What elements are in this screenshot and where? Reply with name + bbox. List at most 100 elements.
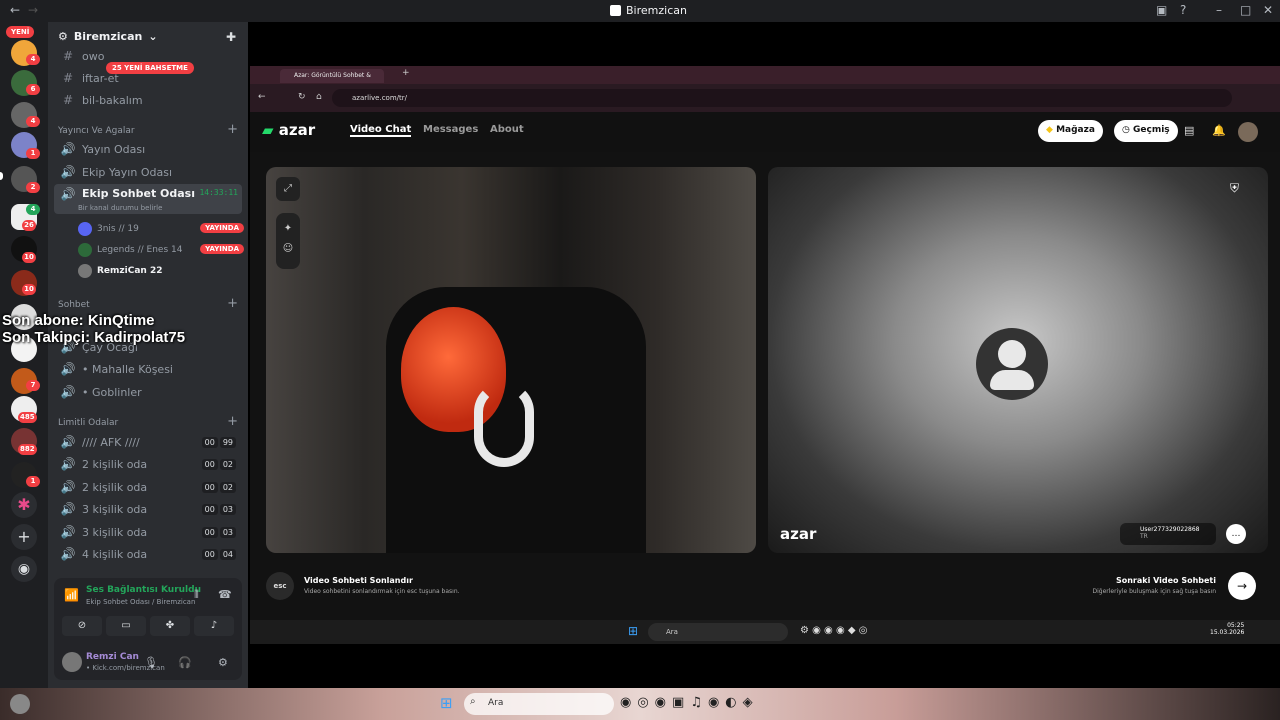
channel-label: Ekip Yayın Odası bbox=[82, 165, 173, 179]
azar-watermark: azar bbox=[780, 525, 817, 543]
limit-current: 00 bbox=[201, 548, 218, 560]
bell-icon[interactable]: 🔔 bbox=[1212, 124, 1226, 137]
avatar[interactable] bbox=[1238, 122, 1258, 142]
new-tab-icon[interactable]: + bbox=[402, 68, 410, 78]
taskbar-search[interactable]: Ara bbox=[464, 693, 614, 715]
user-limit: 00 03 bbox=[201, 503, 236, 515]
activities-button[interactable]: ✤ bbox=[150, 616, 190, 636]
nav-about[interactable]: About bbox=[490, 124, 524, 135]
minimize-button[interactable]: – bbox=[1216, 3, 1222, 17]
headphones-icon[interactable]: 🎧 bbox=[178, 656, 192, 669]
voice-channel[interactable]: 🔊 2 kişilik oda 00 02 bbox=[54, 454, 242, 474]
camera-off-button[interactable]: ⊘ bbox=[62, 616, 102, 636]
category-label[interactable]: Yayıncı Ve Agalar bbox=[58, 126, 135, 136]
connection-status[interactable]: Ses Bağlantısı Kuruldu bbox=[86, 585, 201, 595]
voice-user[interactable]: Legends // Enes 14 bbox=[78, 243, 182, 257]
filter-icon[interactable]: ☺ bbox=[283, 243, 293, 254]
pinned-apps[interactable]: ◉◎◉▣♫◉◐◈ bbox=[620, 695, 759, 710]
limit-max: 04 bbox=[219, 548, 236, 560]
back-arrow-icon[interactable]: ← bbox=[10, 3, 20, 17]
channel-label: //// AFK //// bbox=[82, 435, 140, 449]
voice-channel[interactable]: 🔊 2 kişilik oda 00 02 bbox=[54, 477, 242, 497]
browser-tab[interactable]: Azar: Görüntülü Sohbet & bbox=[280, 69, 384, 83]
remote-user-card[interactable]: User277329022868 TR bbox=[1120, 523, 1216, 545]
add-member-icon[interactable]: ✚ bbox=[226, 30, 236, 44]
effects-toolbar[interactable]: ✦ ☺ bbox=[276, 213, 300, 269]
server-badge: 4 bbox=[26, 204, 40, 215]
forward-arrow-icon[interactable]: → bbox=[28, 3, 38, 17]
channel-label: 3 kişilik oda bbox=[82, 525, 148, 539]
next-chat-button[interactable]: → bbox=[1228, 572, 1256, 600]
voice-user[interactable]: RemziCan 22 bbox=[78, 264, 162, 278]
close-button[interactable]: ✕ bbox=[1263, 3, 1273, 17]
soundboard-button[interactable]: ♪ bbox=[194, 616, 234, 636]
channel-text[interactable]: # bil-bakalım bbox=[54, 90, 242, 110]
reload-icon[interactable]: ↻ bbox=[298, 92, 306, 102]
server-icon[interactable]: ✱ bbox=[11, 492, 37, 518]
signal-icon[interactable]: 📶 bbox=[64, 588, 79, 602]
add-channel-icon[interactable]: + bbox=[227, 296, 238, 311]
voice-channel[interactable]: 🔊 4 kişilik oda 00 04 bbox=[54, 544, 242, 564]
speaker-icon: 🔊 bbox=[60, 502, 76, 516]
clock-date: 15.03.2026 bbox=[1210, 629, 1245, 636]
voice-channel[interactable]: 🔊 Yayın Odası bbox=[54, 139, 242, 159]
inbox-icon[interactable]: ▣ bbox=[1156, 3, 1167, 17]
voice-channel[interactable]: 🔊 • Goblinler bbox=[54, 382, 242, 402]
magic-wand-icon[interactable]: ✦ bbox=[284, 223, 292, 234]
logo-text: azar bbox=[278, 121, 316, 139]
user-name[interactable]: Remzi Can bbox=[86, 652, 139, 662]
windows-start-icon[interactable]: ⊞ bbox=[440, 694, 453, 712]
voice-channel[interactable]: 🔊 Ekip Yayın Odası bbox=[54, 162, 242, 182]
inbox-icon[interactable]: ▤ bbox=[1184, 124, 1194, 137]
add-channel-icon[interactable]: + bbox=[227, 414, 238, 429]
add-channel-icon[interactable]: + bbox=[227, 122, 238, 137]
maximize-button[interactable]: □ bbox=[1240, 3, 1251, 17]
clock-time: 05:25 bbox=[1227, 622, 1245, 629]
live-badge: YAYINDA bbox=[200, 223, 244, 233]
chat-bubble-icon[interactable]: … bbox=[1226, 524, 1246, 544]
screen-share-button[interactable]: ▭ bbox=[106, 616, 146, 636]
chat-controls: esc Video Sohbeti Sonlandır Video sohbet… bbox=[250, 566, 1280, 606]
avatar-body bbox=[990, 370, 1034, 390]
remote-country: TR bbox=[1140, 533, 1148, 540]
home-icon[interactable]: ⌂ bbox=[316, 92, 322, 102]
voice-channel[interactable]: 🔊 3 kişilik oda 00 03 bbox=[54, 522, 242, 542]
history-button[interactable]: ◷ Geçmiş bbox=[1114, 120, 1178, 142]
user-limit: 00 04 bbox=[201, 548, 236, 560]
back-arrow-icon[interactable]: ← bbox=[258, 92, 266, 102]
discover-icon[interactable]: ◉ bbox=[11, 556, 37, 582]
voice-channel[interactable]: 🔊 • Mahalle Köşesi bbox=[54, 359, 242, 379]
url-text: azarlive.com/tr/ bbox=[352, 94, 407, 102]
server-badge: 6 bbox=[26, 84, 40, 95]
channel-text[interactable]: # iftar-et bbox=[54, 68, 242, 88]
voice-user[interactable]: 3nis // 19 bbox=[78, 222, 139, 236]
address-bar: ← ↻ ⌂ azarlive.com/tr/ bbox=[250, 84, 1280, 112]
server-header[interactable]: ⚙ Biremzican ⌄ bbox=[58, 30, 158, 43]
category-label[interactable]: Sohbet bbox=[58, 300, 90, 310]
add-server-icon[interactable]: + bbox=[11, 524, 37, 550]
voice-channel[interactable]: 🔊 3 kişilik oda 00 03 bbox=[54, 499, 242, 519]
expand-icon[interactable]: ⤢ bbox=[276, 177, 300, 201]
connection-location[interactable]: Ekip Sohbet Odası / Biremzican bbox=[86, 598, 195, 606]
disconnect-icon[interactable]: ☎ bbox=[218, 588, 232, 601]
speaker-icon: 🔊 bbox=[60, 385, 76, 399]
esc-key-button[interactable]: esc bbox=[266, 572, 294, 600]
settings-gear-icon[interactable]: ⚙ bbox=[218, 656, 228, 669]
next-chat-hint: Diğerleriyle buluşmak için sağ tuşa bası… bbox=[1092, 588, 1216, 595]
nav-messages[interactable]: Messages bbox=[423, 124, 478, 135]
end-chat-hint: Video sohbetini sonlandırmak için esc tu… bbox=[304, 588, 460, 595]
category-label[interactable]: Limitli Odalar bbox=[58, 418, 118, 428]
store-button[interactable]: ◆ Mağaza bbox=[1038, 120, 1103, 142]
help-icon[interactable]: ? bbox=[1180, 3, 1186, 17]
noise-suppression-icon[interactable]: ⦀ bbox=[194, 588, 199, 602]
mic-icon[interactable]: 🎙 bbox=[144, 656, 158, 669]
voice-channel[interactable]: 🔊 //// AFK //// 00 99 bbox=[54, 432, 242, 452]
windows-taskbar: ⊞ Ara ⌕ ◉◎◉▣♫◉◐◈ bbox=[0, 688, 1280, 720]
report-shield-icon[interactable]: ⛨ bbox=[1230, 181, 1239, 196]
weather-icon[interactable] bbox=[10, 694, 30, 714]
channel-status[interactable]: Bir kanal durumu belirle bbox=[78, 204, 162, 212]
nav-video-chat[interactable]: Video Chat bbox=[350, 124, 412, 137]
avatar[interactable] bbox=[62, 652, 82, 672]
azar-logo[interactable]: ▰ azar bbox=[262, 121, 315, 139]
url-input[interactable]: azarlive.com/tr/ bbox=[332, 89, 1232, 107]
